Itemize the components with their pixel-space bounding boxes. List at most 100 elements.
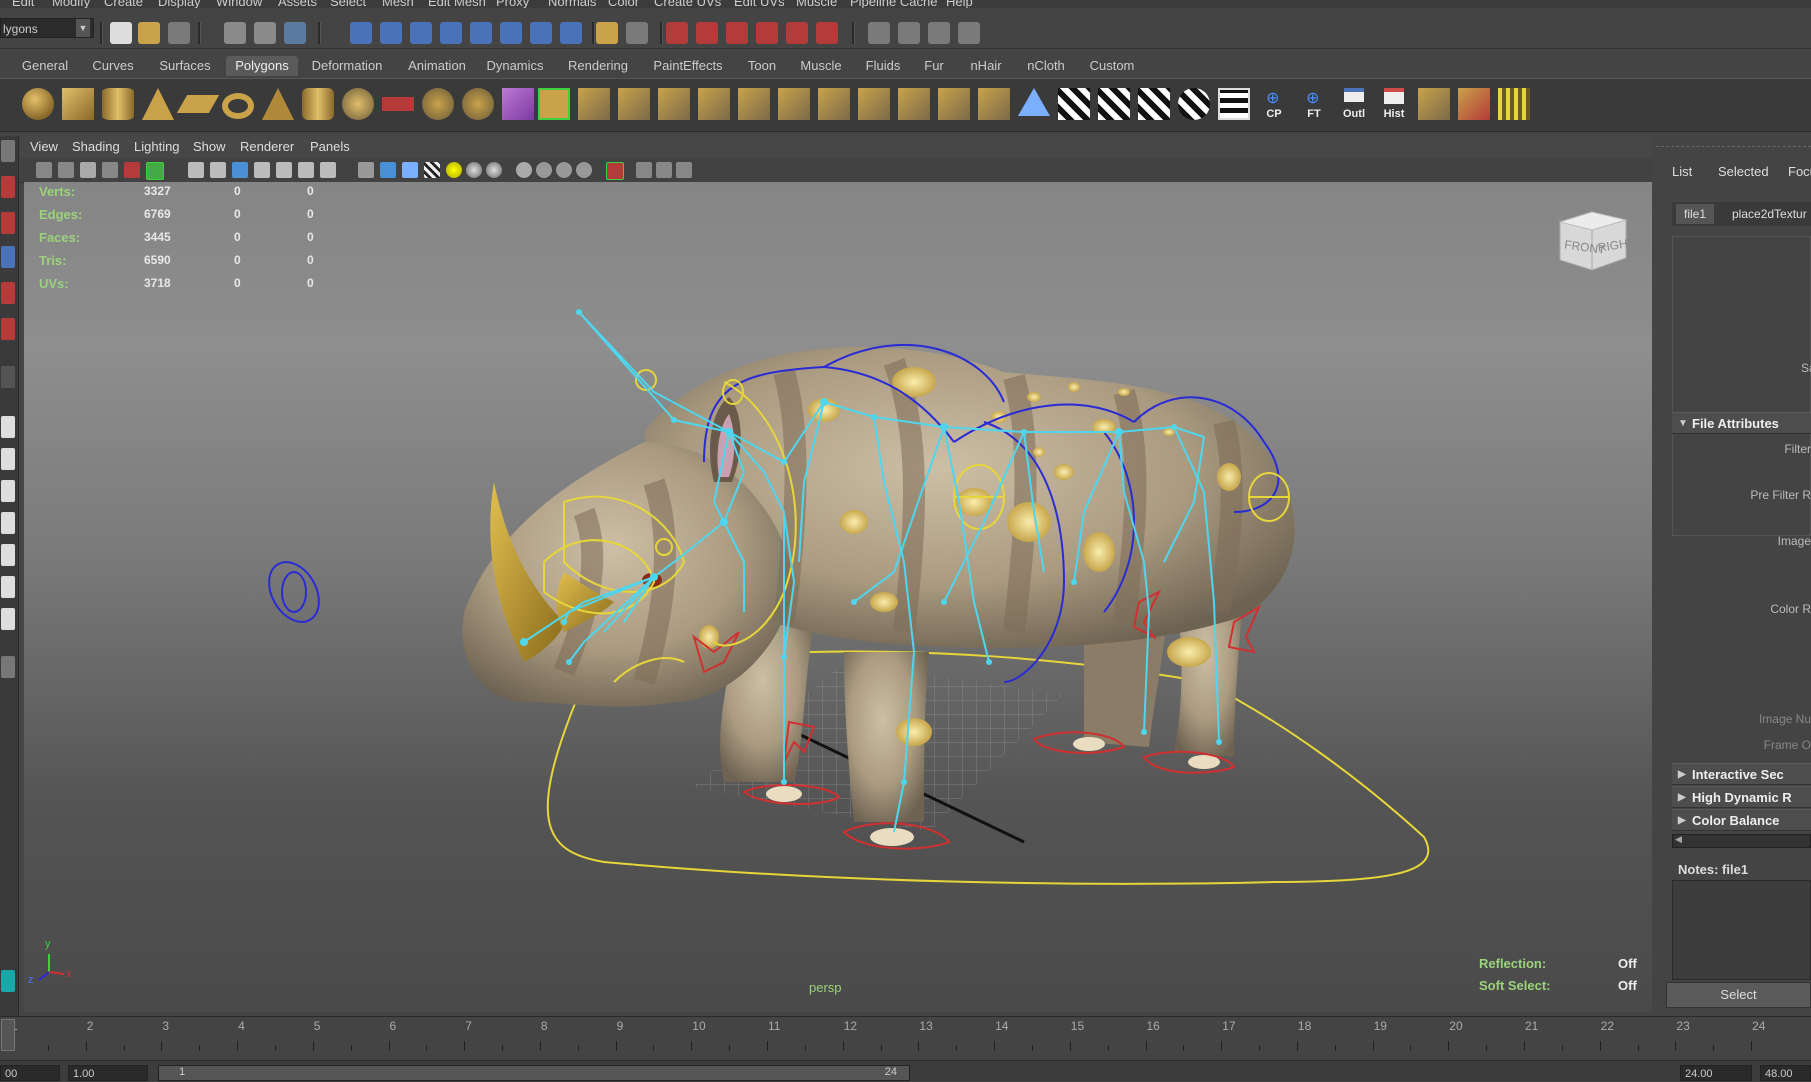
start-time-field[interactable]: 00 [0, 1065, 60, 1081]
snap-point-icon[interactable] [726, 22, 748, 44]
uv-editor-icon[interactable] [1218, 88, 1250, 120]
resolution-gate-icon[interactable] [232, 162, 248, 178]
collapse-icon[interactable] [858, 88, 890, 120]
make-live-icon[interactable] [786, 22, 808, 44]
shelf-tab-animation[interactable]: Animation [400, 56, 474, 76]
bridge-icon[interactable] [578, 88, 610, 120]
combine-icon[interactable] [382, 97, 414, 111]
xray-icon[interactable] [636, 162, 652, 178]
bevel-icon[interactable] [778, 88, 810, 120]
poly-pipe-icon[interactable] [302, 88, 334, 120]
select-hierarchy-icon[interactable] [224, 22, 246, 44]
poly-cube-icon[interactable] [62, 88, 94, 120]
node-tab-file1[interactable]: file1 [1676, 204, 1715, 224]
shelf-tab-dynamics[interactable]: Dynamics [482, 56, 548, 76]
select-handles-icon[interactable] [350, 22, 372, 44]
view-cube[interactable]: FRONT RIGHT [1552, 208, 1632, 282]
select-camera-icon[interactable] [36, 162, 52, 178]
poly-cone-icon[interactable] [142, 88, 174, 120]
poly-cylinder-icon[interactable] [102, 88, 134, 120]
select-deformations-icon[interactable] [470, 22, 492, 44]
select-dynamics-icon[interactable] [500, 22, 522, 44]
high-dynamic-range-section[interactable]: ▶ High Dynamic R [1672, 786, 1811, 808]
poly-torus-icon[interactable] [222, 93, 254, 119]
split-polygon-icon[interactable] [658, 88, 690, 120]
offset-edge-loop-icon[interactable] [738, 88, 770, 120]
ft-shelf-button[interactable]: ⊕ FT [1298, 88, 1330, 120]
select-curves-icon[interactable] [410, 22, 432, 44]
shelf-tab-curves[interactable]: Curves [84, 56, 142, 76]
camera-attributes-icon[interactable] [58, 162, 74, 178]
file-attributes-section[interactable]: ▼ File Attributes [1672, 412, 1811, 434]
end-time-field[interactable]: 48.00 [1760, 1065, 1811, 1081]
shelf-tab-surfaces[interactable]: Surfaces [152, 56, 218, 76]
textured-icon[interactable] [424, 162, 440, 178]
wedge-icon[interactable] [898, 88, 930, 120]
extrude-icon[interactable] [538, 88, 570, 120]
history-icon[interactable] [816, 22, 838, 44]
menu-display[interactable]: Display [158, 0, 201, 8]
high-quality-icon[interactable] [516, 162, 532, 178]
uv-spherical-icon[interactable] [1178, 88, 1210, 120]
layout-hypershade-icon[interactable] [1, 576, 15, 598]
lock-selection-icon[interactable] [596, 22, 618, 44]
open-scene-icon[interactable] [138, 22, 160, 44]
menu-color[interactable]: Color [608, 0, 639, 8]
3d-viewport[interactable]: y x z Verts: 3327 0 0 Edges: 6769 0 0 Fa… [24, 182, 1652, 1012]
panel-menu-view[interactable]: View [30, 139, 58, 154]
shelf-tab-ncloth[interactable]: nCloth [1018, 56, 1074, 76]
playback-start-field[interactable]: 1.00 [68, 1065, 148, 1081]
panel-menu-show[interactable]: Show [193, 139, 226, 154]
wireframe-on-shaded-icon[interactable] [402, 162, 418, 178]
shelf-tab-fluids[interactable]: Fluids [858, 56, 908, 76]
select-tool-icon[interactable] [1, 140, 15, 162]
shelf-tab-deformation[interactable]: Deformation [306, 56, 388, 76]
panel-menu-renderer[interactable]: Renderer [240, 139, 294, 154]
field-chart-icon[interactable] [276, 162, 292, 178]
shelf-tab-custom[interactable]: Custom [1084, 56, 1140, 76]
attr-editor-drag-bar[interactable] [1656, 136, 1811, 147]
scale-tool-icon[interactable] [1, 318, 15, 340]
reduce-icon[interactable] [978, 88, 1010, 120]
snap-view-plane-icon[interactable] [756, 22, 778, 44]
two-d-pan-icon[interactable] [124, 162, 140, 178]
menu-select[interactable]: Select [330, 0, 366, 8]
menu-modify[interactable]: Modify [52, 0, 90, 8]
layout-custom-icon[interactable] [1, 656, 15, 678]
menu-mesh[interactable]: Mesh [382, 0, 414, 8]
merge-icon[interactable] [818, 88, 850, 120]
shelf-tab-polygons[interactable]: Polygons [226, 56, 298, 76]
menu-window[interactable]: Window [216, 0, 262, 8]
shelf-tab-fur[interactable]: Fur [916, 56, 952, 76]
horizontal-scrollbar[interactable]: ◀ [1672, 834, 1811, 848]
grid-toggle-icon[interactable] [188, 162, 204, 178]
shelf-tab-muscle[interactable]: Muscle [794, 56, 848, 76]
shelf-tab-general[interactable]: General [16, 56, 74, 76]
time-slider[interactable]: 123456789101112131415161718192021222324 [0, 1016, 1811, 1061]
ipr-render-icon[interactable] [928, 22, 950, 44]
custom-tool-2-icon[interactable] [1458, 88, 1490, 120]
custom-tool-3-icon[interactable] [1498, 88, 1530, 120]
render-view-icon[interactable] [868, 22, 890, 44]
select-component-icon[interactable] [284, 22, 306, 44]
notes-textarea[interactable] [1672, 880, 1811, 980]
menu-set-dropdown[interactable]: lygons ▼ [0, 18, 94, 38]
uv-cylindrical-icon[interactable] [1138, 88, 1170, 120]
interactive-sequence-section[interactable]: ▶ Interactive Sec [1672, 763, 1811, 785]
shelf-tab-rendering[interactable]: Rendering [560, 56, 636, 76]
playback-end-field[interactable]: 24.00 [1680, 1065, 1752, 1081]
panel-menu-lighting[interactable]: Lighting [134, 139, 180, 154]
anti-aliasing-icon[interactable] [576, 162, 592, 178]
menu-normals[interactable]: Normals [548, 0, 596, 8]
last-tool-icon[interactable] [1, 366, 15, 388]
menu-proxy[interactable]: Proxy [496, 0, 529, 8]
snap-curve-icon[interactable] [696, 22, 718, 44]
scroll-left-icon[interactable]: ◀ [1675, 834, 1682, 845]
move-tool-icon[interactable] [1, 246, 15, 268]
range-bar[interactable]: 1 24 [158, 1065, 910, 1081]
shelf-tab-toon[interactable]: Toon [740, 56, 784, 76]
safe-action-icon[interactable] [298, 162, 314, 178]
select-button[interactable]: Select [1666, 982, 1811, 1008]
layout-uv-icon[interactable] [1, 608, 15, 630]
menu-create-uvs[interactable]: Create UVs [654, 0, 721, 8]
